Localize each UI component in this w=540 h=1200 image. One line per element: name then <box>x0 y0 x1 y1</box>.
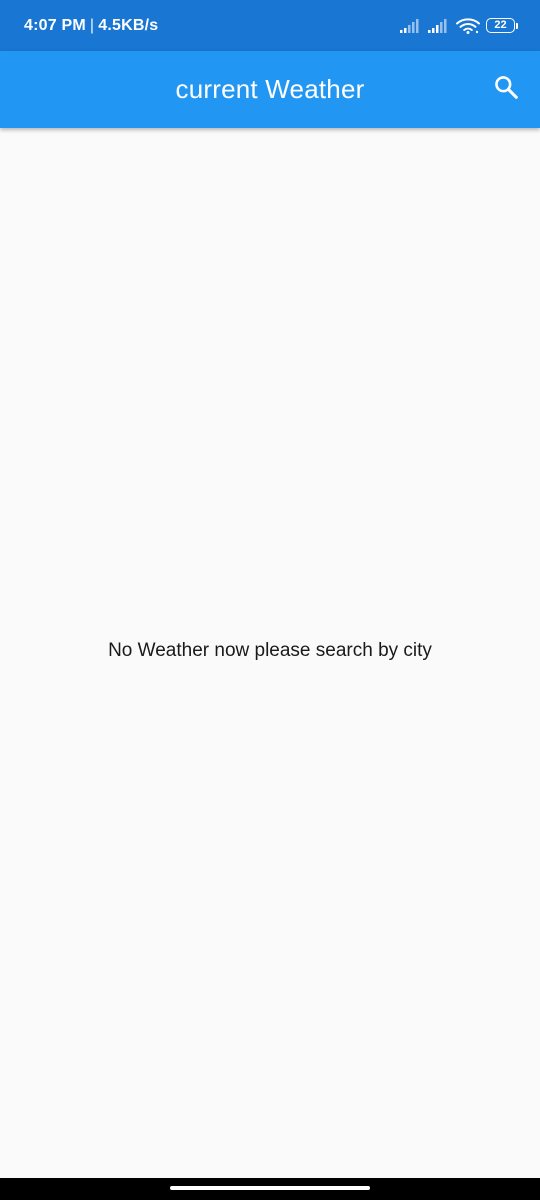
page-title: current Weather <box>175 74 365 104</box>
battery-tip <box>516 22 518 29</box>
search-icon <box>493 74 519 105</box>
home-indicator[interactable] <box>170 1186 370 1190</box>
battery-icon: 22 <box>486 17 520 34</box>
status-bar: 4:07 PM | 4.5KB/s 22 <box>0 0 540 51</box>
network-speed: 4.5KB/s <box>98 16 159 34</box>
app-bar: current Weather <box>0 51 540 128</box>
navigation-bar <box>0 1178 540 1200</box>
signal-icon <box>428 18 450 33</box>
status-separator: | <box>89 16 95 34</box>
status-time: 4:07 PM <box>24 16 86 34</box>
signal-icon <box>400 18 422 33</box>
empty-state-message: No Weather now please search by city <box>108 640 432 661</box>
status-left: 4:07 PM | 4.5KB/s <box>24 0 158 51</box>
battery-level: 22 <box>486 18 515 33</box>
status-icons: 22 <box>400 0 520 51</box>
main-content: No Weather now please search by city <box>0 128 540 1178</box>
search-button[interactable] <box>482 65 530 113</box>
wifi-icon <box>456 17 480 34</box>
